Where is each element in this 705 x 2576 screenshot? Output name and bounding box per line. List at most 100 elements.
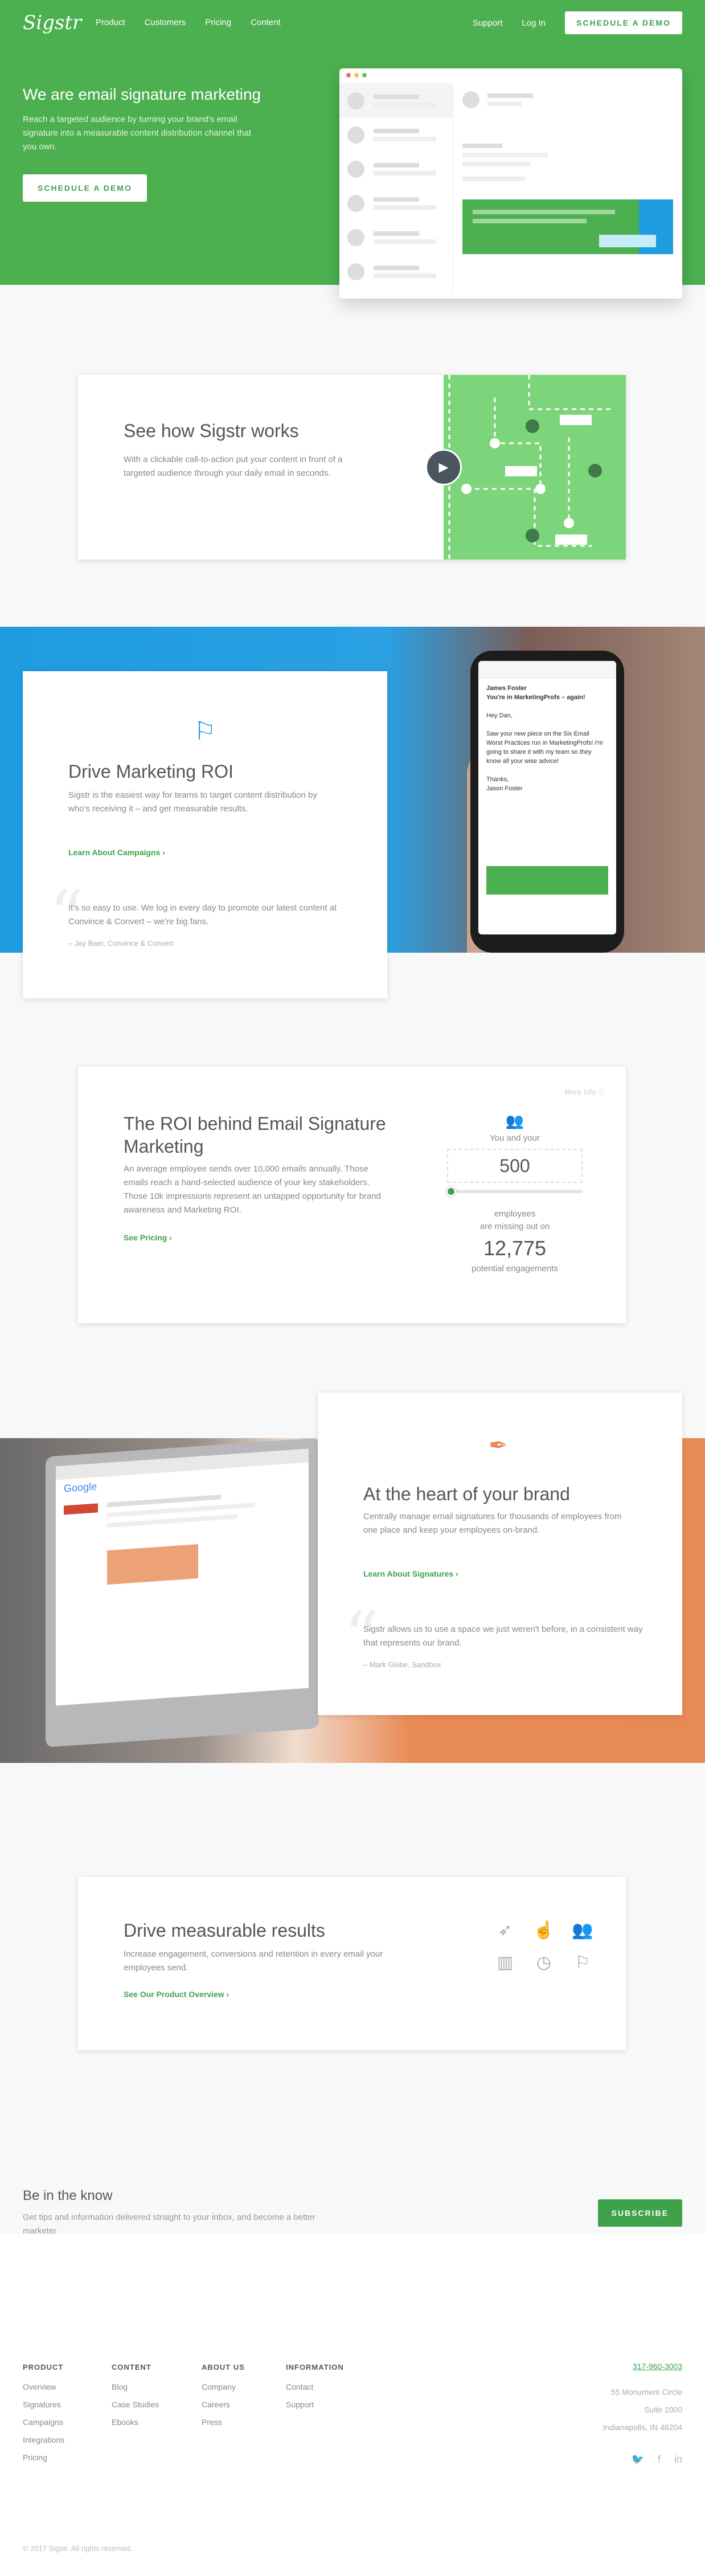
phone-email-from: James Foster <box>486 685 527 692</box>
signature-banner <box>462 199 673 254</box>
phone-email-subject: You're in MarketingProfs – again! <box>486 694 585 701</box>
footer-link-company[interactable]: Company <box>202 2378 245 2396</box>
sigstr-logo[interactable]: Sigstr <box>23 11 81 34</box>
brand-text: Centrally manage email signatures for th… <box>363 1512 622 1535</box>
employees-label: employees <box>494 1209 536 1219</box>
footer-link-press[interactable]: Press <box>202 2414 245 2431</box>
footer-link-integrations[interactable]: Integrations <box>23 2431 64 2449</box>
footer-heading-about: ABOUT US <box>202 2363 245 2371</box>
footer-address: 317-960-3003 55 Monument Circle Suite 10… <box>603 2358 682 2436</box>
hero-title: We are email signature marketing <box>23 85 261 103</box>
phone-email-greeting: Hey Dan, <box>486 712 513 719</box>
measurable-title: Drive measurable results <box>124 1920 325 1941</box>
address-line-3: Indianapolis, IN 46204 <box>602 2423 682 2432</box>
footer: PRODUCT Overview Signatures Campaigns In… <box>0 2234 705 2576</box>
nav-content[interactable]: Content <box>251 18 281 27</box>
slider-knob[interactable] <box>446 1186 457 1197</box>
footer-link-ebooks[interactable]: Ebooks <box>112 2414 159 2431</box>
twitter-icon[interactable]: 🐦 <box>632 2453 644 2465</box>
footer-heading-content: CONTENT <box>112 2363 151 2371</box>
roi-calculator-widget: 👥 You and your 500 employees are missing… <box>444 1112 586 1273</box>
feature-icons: ➶ ☝ 👥 ▥ ◷ ⚐ <box>488 1920 602 1973</box>
bar-chart-icon: ▥ <box>497 1953 514 1972</box>
phone-email-signoff: Thanks, <box>486 776 509 783</box>
engagements-label: potential engagements <box>472 1264 558 1273</box>
see-how-card: See how Sigstr works With a clickable ca… <box>78 375 626 560</box>
top-nav: Sigstr Product Customers Pricing Content… <box>0 0 705 43</box>
more-info-link[interactable]: More Info ⓘ <box>564 1086 605 1097</box>
flag-icon: ⚐ <box>575 1953 591 1972</box>
engagements-value: 12,775 <box>483 1236 547 1260</box>
users-icon: 👥 <box>572 1921 593 1940</box>
footer-link-contact[interactable]: Contact <box>286 2378 344 2396</box>
nav-product[interactable]: Product <box>96 18 125 27</box>
roi-calculator-card: More Info ⓘ The ROI behind Email Signatu… <box>78 1067 626 1323</box>
phone-screen: James Foster You're in MarketingProfs – … <box>478 661 616 934</box>
footer-heading-information: INFORMATION <box>286 2363 344 2371</box>
drive-roi-quote: It's so easy to use. We log in every day… <box>68 903 337 926</box>
employee-count-slider[interactable] <box>446 1186 583 1197</box>
measurable-text: Increase engagement, conversions and ret… <box>124 1949 383 1973</box>
hand-pointer-icon: ☝ <box>533 1921 555 1940</box>
brand-title: At the heart of your brand <box>363 1484 570 1504</box>
nav-pricing[interactable]: Pricing <box>205 18 231 27</box>
video-thumbnail[interactable] <box>444 375 626 560</box>
footer-heading-product: PRODUCT <box>23 2363 64 2371</box>
footer-col-information: INFORMATION Contact Support <box>286 2362 344 2414</box>
phone-photo: James Foster You're in MarketingProfs – … <box>470 651 624 953</box>
phone-email-body: Saw your new piece on the Six Email Wors… <box>486 730 603 765</box>
clock-icon: ◷ <box>536 1953 552 1972</box>
footer-link-careers[interactable]: Careers <box>202 2396 245 2414</box>
see-how-text: With a clickable call-to-action put your… <box>124 455 343 478</box>
brand-quote-source: – Mark Globe, Sandbox <box>363 1660 441 1669</box>
product-overview-link[interactable]: See Our Product Overview › <box>124 1990 229 1999</box>
schedule-demo-hero-button[interactable]: SCHEDULE A DEMO <box>23 174 147 202</box>
drive-roi-card: ⚐ Drive Marketing ROI Sigstr is the easi… <box>23 671 387 998</box>
users-icon: 👥 <box>505 1112 524 1129</box>
play-video-button[interactable]: ▶ <box>425 449 462 485</box>
facebook-icon[interactable]: f <box>658 2453 661 2465</box>
newsletter-signup: Be in the know Get tips and information … <box>0 2120 705 2236</box>
hero-subtitle: Reach a targeted audience by turning you… <box>23 115 252 152</box>
laptop-photo: Google <box>46 1438 319 1748</box>
footer-phone[interactable]: 317-960-3003 <box>603 2358 682 2375</box>
footer-link-case-studies[interactable]: Case Studies <box>112 2396 159 2414</box>
phone-email-name: Jason Foster <box>486 785 523 792</box>
missing-out-label: are missing out on <box>479 1222 550 1231</box>
brand-card: ✒ At the heart of your brand Centrally m… <box>318 1393 682 1715</box>
footer-link-overview[interactable]: Overview <box>23 2378 64 2396</box>
see-pricing-link[interactable]: See Pricing › <box>124 1233 172 1242</box>
measurable-results-card: Drive measurable results Increase engage… <box>78 1877 626 2050</box>
address-line-2: Suite 1000 <box>644 2405 682 2414</box>
nav-right: Support Log In SCHEDULE A DEMO <box>473 11 682 34</box>
footer-link-support[interactable]: Support <box>286 2396 344 2414</box>
nav-customers[interactable]: Customers <box>145 18 186 27</box>
mock-email-body <box>462 91 673 285</box>
linkedin-icon[interactable]: in <box>674 2453 682 2465</box>
laptop-screen: Google <box>56 1448 309 1706</box>
footer-link-pricing[interactable]: Pricing <box>23 2449 64 2467</box>
you-and-your-label: You and your <box>490 1133 540 1143</box>
footer-link-campaigns[interactable]: Campaigns <box>23 2414 64 2431</box>
schedule-demo-nav-button[interactable]: SCHEDULE A DEMO <box>565 11 682 34</box>
footer-link-signatures[interactable]: Signatures <box>23 2396 64 2414</box>
roi-calc-title: The ROI behind Email Signature Marketing <box>124 1113 386 1157</box>
main-nav-links: Product Customers Pricing Content <box>96 18 281 27</box>
subscribe-button[interactable]: SUBSCRIBE <box>597 2199 682 2227</box>
social-links: 🐦 f in <box>632 2453 682 2465</box>
cursor-icon: ➶ <box>498 1921 513 1940</box>
footer-link-blog[interactable]: Blog <box>112 2378 159 2396</box>
address-line-1: 55 Monument Circle <box>610 2387 682 2397</box>
email-client-mockup <box>339 68 682 299</box>
nav-support[interactable]: Support <box>473 18 503 28</box>
roi-calc-text: An average employee sends over 10,000 em… <box>124 1164 381 1215</box>
mock-inbox-list <box>339 83 453 294</box>
employee-count-input[interactable]: 500 <box>447 1149 583 1183</box>
window-controls <box>346 73 367 77</box>
footer-col-product: PRODUCT Overview Signatures Campaigns In… <box>23 2362 64 2467</box>
nav-login[interactable]: Log In <box>522 18 546 28</box>
footer-col-about: ABOUT US Company Careers Press <box>202 2362 245 2431</box>
learn-signatures-link[interactable]: Learn About Signatures › <box>363 1569 458 1578</box>
learn-campaigns-link[interactable]: Learn About Campaigns › <box>68 848 165 857</box>
brand-quote: Sigstr allows us to use a space we just … <box>363 1624 643 1648</box>
